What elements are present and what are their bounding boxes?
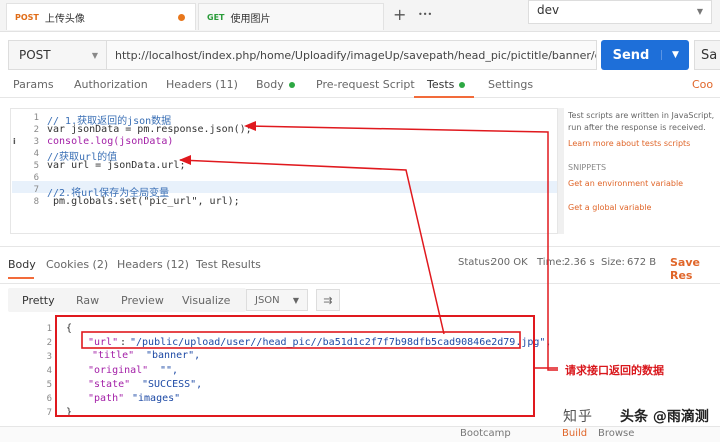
arrow-line: [245, 125, 558, 371]
build-link[interactable]: Build: [562, 428, 587, 439]
url-highlight-box: [81, 331, 521, 349]
arrow-head-icon: [244, 121, 256, 131]
browse-link[interactable]: Browse: [598, 428, 634, 439]
response-highlight-box: [55, 315, 535, 417]
bootcamp-link[interactable]: Bootcamp: [460, 428, 511, 439]
watermark-text: 知乎: [563, 409, 593, 425]
arrow-head-icon: [179, 155, 191, 165]
annotation-label: 请求接口返回的数据: [565, 364, 664, 377]
arrow-line: [179, 159, 445, 335]
